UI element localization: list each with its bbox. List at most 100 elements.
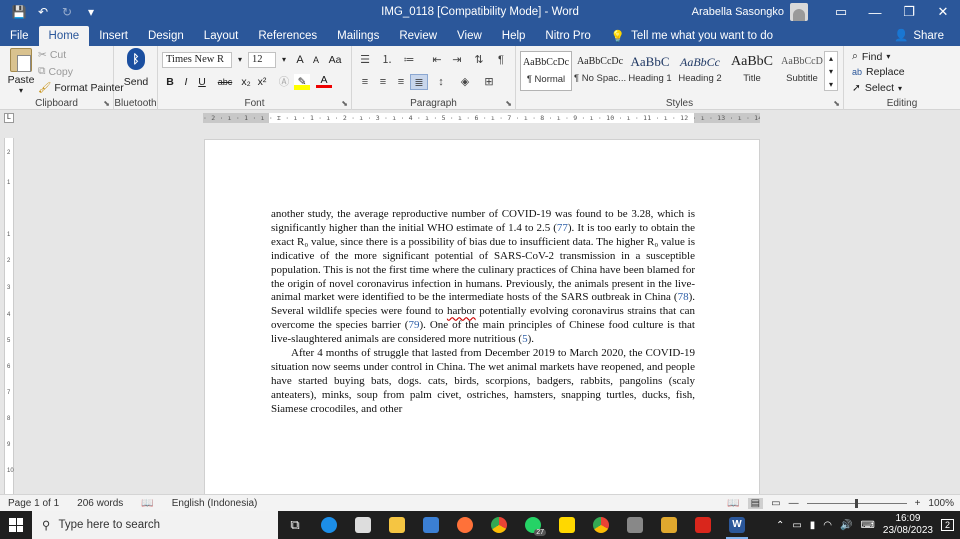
language[interactable]: English (Indonesia) (164, 498, 268, 509)
tab-nitro-pro[interactable]: Nitro Pro (535, 26, 600, 46)
chevron-down-icon[interactable]: ▾ (232, 52, 248, 68)
font-size-combo[interactable]: 12 (248, 52, 276, 68)
whatsapp-icon[interactable]: 27 (516, 511, 550, 539)
borders-icon[interactable]: ⊞ (480, 74, 498, 90)
battery-icon[interactable]: ▮ (810, 520, 816, 531)
tab-insert[interactable]: Insert (89, 26, 138, 46)
share-button[interactable]: 👤 Share (894, 26, 960, 46)
paragraph-1[interactable]: another study, the average reproductive … (271, 208, 695, 347)
tell-me-box[interactable]: 💡 Tell me what you want to do (601, 26, 773, 46)
restore-button[interactable]: ❐ (892, 0, 926, 24)
tab-mailings[interactable]: Mailings (327, 26, 389, 46)
zoom-thumb[interactable] (855, 498, 859, 508)
shrink-font-button[interactable]: A (308, 52, 324, 68)
align-center-icon[interactable]: ≡ (374, 74, 392, 90)
select-button[interactable]: ➚ Select ▾ (852, 82, 902, 94)
style-heading-2[interactable]: AaBbCc Heading 2 (674, 51, 726, 91)
multilevel-list-icon[interactable]: ≔ (400, 52, 418, 68)
show-formatting-icon[interactable]: ¶ (492, 52, 510, 68)
tab-references[interactable]: References (248, 26, 327, 46)
find-button[interactable]: ⌕ Find ▾ (852, 50, 890, 63)
align-right-icon[interactable]: ≡ (392, 74, 410, 90)
styles-gallery-scroll[interactable]: ▴ ▾ ▾ (824, 51, 838, 91)
shading-icon[interactable]: ◈ (456, 74, 474, 90)
citation-link[interactable]: 78 (678, 291, 689, 303)
align-left-icon[interactable]: ≡ (356, 74, 374, 90)
web-layout-icon[interactable]: ▭ (771, 498, 780, 509)
subscript-button[interactable]: x₂ (238, 74, 254, 90)
store-icon[interactable] (346, 511, 380, 539)
send-button[interactable]: ᛒ Send (116, 48, 156, 88)
font-name-combo[interactable]: Times New R (162, 52, 232, 68)
chevron-up-icon[interactable]: ▴ (825, 52, 837, 65)
page-count[interactable]: Page 1 of 1 (0, 498, 69, 509)
chrome-icon[interactable] (482, 511, 516, 539)
monitor-icon[interactable]: ▭ (792, 520, 801, 531)
replace-button[interactable]: ab Replace (852, 66, 905, 78)
taskbar-search[interactable]: ⚲ Type here to search (32, 511, 278, 539)
dialog-launcher-icon[interactable]: ⬊ (341, 99, 348, 108)
task-view-icon[interactable]: ⧉ (278, 511, 312, 539)
chrome-profile-icon[interactable] (584, 511, 618, 539)
customize-qat-icon[interactable]: ▾ (80, 1, 102, 23)
sort-icon[interactable]: ⇅ (470, 52, 488, 68)
font-color-icon[interactable]: A (316, 74, 332, 88)
paste-button[interactable]: Paste ▾ (6, 48, 36, 95)
minimize-button[interactable]: — (858, 0, 892, 24)
save-icon[interactable]: 💾 (8, 1, 30, 23)
mail-icon[interactable] (414, 511, 448, 539)
tab-selector-icon[interactable]: L (4, 113, 14, 123)
spelling-error-word[interactable]: harbor (447, 305, 476, 317)
chevron-down-icon[interactable]: ▾ (276, 52, 292, 68)
document-body[interactable]: another study, the average reproductive … (271, 208, 695, 417)
edge-icon[interactable] (312, 511, 346, 539)
superscript-button[interactable]: x² (254, 74, 270, 90)
cut-button[interactable]: ✂ Cut (38, 49, 66, 61)
undo-icon[interactable]: ↶ (32, 1, 54, 23)
text-effects-icon[interactable]: Ⓐ (276, 74, 292, 90)
tab-layout[interactable]: Layout (194, 26, 249, 46)
more-icon[interactable]: ▾ (825, 78, 837, 91)
style-title[interactable]: AaBbC Title (726, 51, 778, 91)
zoom-slider[interactable] (806, 498, 907, 508)
style-no-spacing[interactable]: AaBbCcDc ¶ No Spac... (574, 51, 626, 91)
file-explorer-icon[interactable] (380, 511, 414, 539)
tab-file[interactable]: File (0, 26, 39, 46)
paragraph-2[interactable]: After 4 months of struggle that lasted f… (271, 347, 695, 417)
dialog-launcher-icon[interactable]: ⬊ (505, 99, 512, 108)
clock[interactable]: 16:09 23/08/2023 (883, 513, 933, 537)
redo-icon[interactable]: ↻ (56, 1, 78, 23)
bullets-icon[interactable]: ☰ (356, 52, 374, 68)
keyboard-icon[interactable]: ⌨ (860, 520, 874, 531)
zoom-out-icon[interactable]: — (789, 498, 799, 509)
underline-button[interactable]: U (194, 74, 210, 90)
word-icon[interactable]: W (720, 511, 754, 539)
sticky-notes-icon[interactable] (550, 511, 584, 539)
tab-review[interactable]: Review (389, 26, 447, 46)
vertical-ruler[interactable]: 2 1 1 2 3 4 5 6 7 8 9 10 (4, 138, 14, 494)
read-mode-icon[interactable]: 📖 (727, 498, 739, 509)
volume-icon[interactable]: 🔊 (840, 520, 852, 531)
justify-icon[interactable]: ≣ (410, 74, 428, 90)
zoom-level[interactable]: 100% (928, 498, 954, 509)
bold-button[interactable]: B (162, 74, 178, 90)
highlight-icon[interactable]: ✎ (294, 74, 310, 90)
dialog-launcher-icon[interactable]: ⬊ (833, 99, 840, 108)
user-name[interactable]: Arabella Sasongko (692, 6, 784, 18)
grow-font-button[interactable]: A (292, 52, 308, 68)
style-heading-1[interactable]: AaBbC Heading 1 (624, 51, 676, 91)
decrease-indent-icon[interactable]: ⇤ (428, 52, 446, 68)
avatar[interactable] (790, 3, 808, 21)
style-normal[interactable]: AaBbCcDc ¶ Normal (520, 51, 572, 91)
ribbon-display-options-icon[interactable]: ▭ (824, 0, 858, 24)
folder-icon[interactable] (652, 511, 686, 539)
strikethrough-button[interactable]: abc (214, 74, 236, 90)
close-button[interactable]: ✕ (926, 0, 960, 24)
zoom-in-icon[interactable]: + (915, 498, 921, 509)
firefox-icon[interactable] (448, 511, 482, 539)
style-subtitle[interactable]: AaBbCcD Subtitle (776, 51, 828, 91)
start-button[interactable] (0, 511, 32, 539)
chevron-up-icon[interactable]: ⌃ (776, 520, 784, 531)
increase-indent-icon[interactable]: ⇥ (448, 52, 466, 68)
italic-button[interactable]: I (178, 74, 194, 90)
